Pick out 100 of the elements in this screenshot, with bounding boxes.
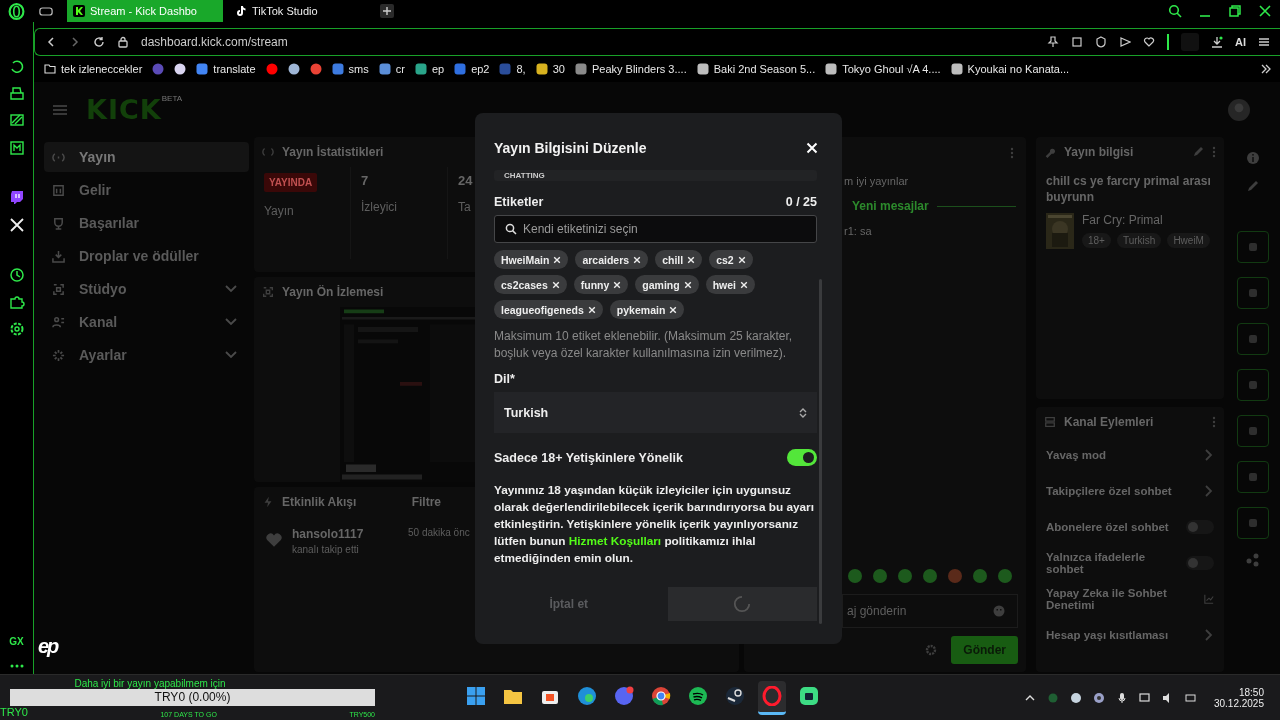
square-icon (1246, 516, 1260, 530)
panel-toggle-button[interactable] (1237, 323, 1269, 355)
steam-icon[interactable] (1069, 691, 1082, 704)
panel-toggle-button[interactable] (1237, 231, 1269, 263)
search-field[interactable]: Kendi etiketinizi seçin (494, 215, 817, 243)
opera-logo-icon[interactable] (8, 2, 25, 20)
bookmark[interactable]: cr (378, 63, 405, 75)
more-bookmarks-icon[interactable] (1260, 63, 1272, 75)
remove-icon[interactable] (613, 280, 622, 289)
panel-toggle-button[interactable] (1237, 507, 1269, 539)
bookmark[interactable]: translate (196, 63, 256, 75)
battery-icon[interactable] (1184, 691, 1197, 704)
panel-title: Yayın Ön İzlemesi (282, 285, 384, 299)
restore-icon[interactable] (1228, 4, 1242, 18)
clock-date[interactable]: 30.12.2025 (1213, 697, 1264, 709)
more-icon[interactable] (9, 664, 24, 668)
bookmark-icon[interactable] (174, 63, 187, 75)
tag-chip[interactable]: arcaiders (575, 250, 649, 269)
terms-link[interactable]: Hizmet Koşulları (568, 534, 662, 548)
address-field[interactable]: dashboard.kick.com/stream (141, 35, 288, 49)
panel-toggle-button[interactable] (1237, 415, 1269, 447)
remove-icon[interactable] (740, 280, 748, 289)
bookmark[interactable]: Baki 2nd Season 5... (696, 63, 816, 75)
pin-icon[interactable] (1047, 36, 1059, 48)
reload-icon[interactable] (93, 36, 105, 48)
tag-chip[interactable]: cs2cases (494, 275, 567, 294)
heart-icon[interactable] (1143, 36, 1155, 48)
tag-chip[interactable]: leagueofigeneds (494, 300, 603, 319)
remove-icon[interactable] (633, 255, 642, 264)
panel-toggle-button[interactable] (1237, 277, 1269, 309)
menu-icon[interactable] (1258, 36, 1270, 48)
clock-time[interactable]: 18:50 (1238, 686, 1264, 698)
close-icon[interactable] (1258, 4, 1272, 18)
remove-icon[interactable] (587, 305, 596, 314)
tag-chip[interactable]: cs2 (709, 250, 753, 269)
bookmark[interactable]: ep2 (454, 63, 490, 75)
panel-toggle-button[interactable] (1237, 369, 1269, 401)
toggle-switch[interactable] (1186, 556, 1214, 570)
x-icon[interactable] (8, 217, 25, 233)
network-icon[interactable] (1138, 691, 1151, 704)
remove-icon[interactable] (669, 305, 678, 314)
gamepad-icon[interactable] (39, 5, 53, 17)
widget-caption: Daha iyi bir yayın yapabilmem için (73, 677, 227, 689)
tag-chip[interactable]: funny (573, 275, 629, 294)
toggle-switch[interactable] (787, 449, 817, 466)
app-icon (725, 686, 745, 706)
bookmark[interactable]: Peaky Blinders 3.... (574, 63, 687, 75)
app-icon (688, 686, 708, 706)
bookmark[interactable]: Kyoukai no Kanata... (950, 63, 1070, 75)
remove-icon[interactable] (687, 255, 696, 264)
bookmark-icon[interactable] (287, 63, 300, 75)
remove-icon[interactable] (737, 255, 746, 264)
studio-icon (262, 286, 274, 298)
remove-icon[interactable] (553, 255, 562, 264)
nav-icon (52, 216, 65, 230)
beta-label: BETA (161, 94, 183, 103)
shield-icon[interactable] (1095, 36, 1107, 48)
chevron-down-icon (225, 351, 237, 359)
tag-chip[interactable]: chill (655, 250, 703, 269)
back-icon[interactable] (45, 36, 57, 48)
taskbar-app[interactable] (758, 680, 786, 715)
tag-chip[interactable]: hwei (705, 275, 755, 294)
new-tab-icon[interactable] (380, 4, 394, 18)
download-icon[interactable] (1211, 36, 1223, 48)
history-icon[interactable] (8, 59, 25, 75)
twitch-icon[interactable] (8, 190, 25, 206)
ai-button[interactable]: AI (1235, 36, 1246, 48)
bookmark[interactable]: sms (331, 63, 369, 75)
tag-chip[interactable]: pykemain (609, 300, 685, 319)
panel-toggle-button[interactable] (1237, 461, 1269, 493)
forward-icon[interactable] (69, 36, 81, 48)
clock-icon[interactable] (8, 267, 25, 283)
bookmark[interactable]: 30 (535, 63, 565, 75)
crop-icon[interactable] (1071, 36, 1083, 48)
remove-icon[interactable] (551, 280, 560, 289)
settings-icon[interactable] (8, 321, 25, 337)
nav-item[interactable]: Yayın (44, 142, 249, 172)
tag-chip[interactable]: gaming (635, 275, 699, 294)
tag-chip[interactable]: HweiMain (494, 250, 569, 269)
toggle-switch[interactable] (1186, 520, 1214, 534)
search-icon[interactable] (1168, 4, 1182, 18)
gx-label[interactable]: GX (9, 636, 24, 647)
remove-icon[interactable] (683, 280, 692, 289)
tray-app-icon[interactable] (1092, 691, 1105, 704)
bookmark-folder[interactable]: tek izleneccekler (44, 63, 143, 75)
tag: Turkish (1116, 233, 1162, 248)
bookmark[interactable]: Tokyo Ghoul √A 4.... (825, 63, 941, 75)
striped-screen-icon[interactable] (8, 113, 25, 129)
stat-label: İzleyici (361, 200, 398, 214)
send-icon[interactable] (1119, 36, 1131, 48)
bookmark[interactable]: ep (414, 63, 445, 75)
language-label: Dil* (494, 372, 516, 386)
browser-tab[interactable]: TikTok Studio (229, 0, 374, 22)
bookmark[interactable]: 8, (499, 63, 526, 75)
m-square-icon[interactable] (8, 140, 25, 156)
printer-icon[interactable] (8, 86, 25, 102)
tags-count: 0 / 25 (785, 195, 817, 209)
puzzle-icon[interactable] (8, 294, 25, 310)
microphone-icon[interactable] (1115, 691, 1128, 704)
language-select[interactable]: Turkish (494, 392, 817, 433)
